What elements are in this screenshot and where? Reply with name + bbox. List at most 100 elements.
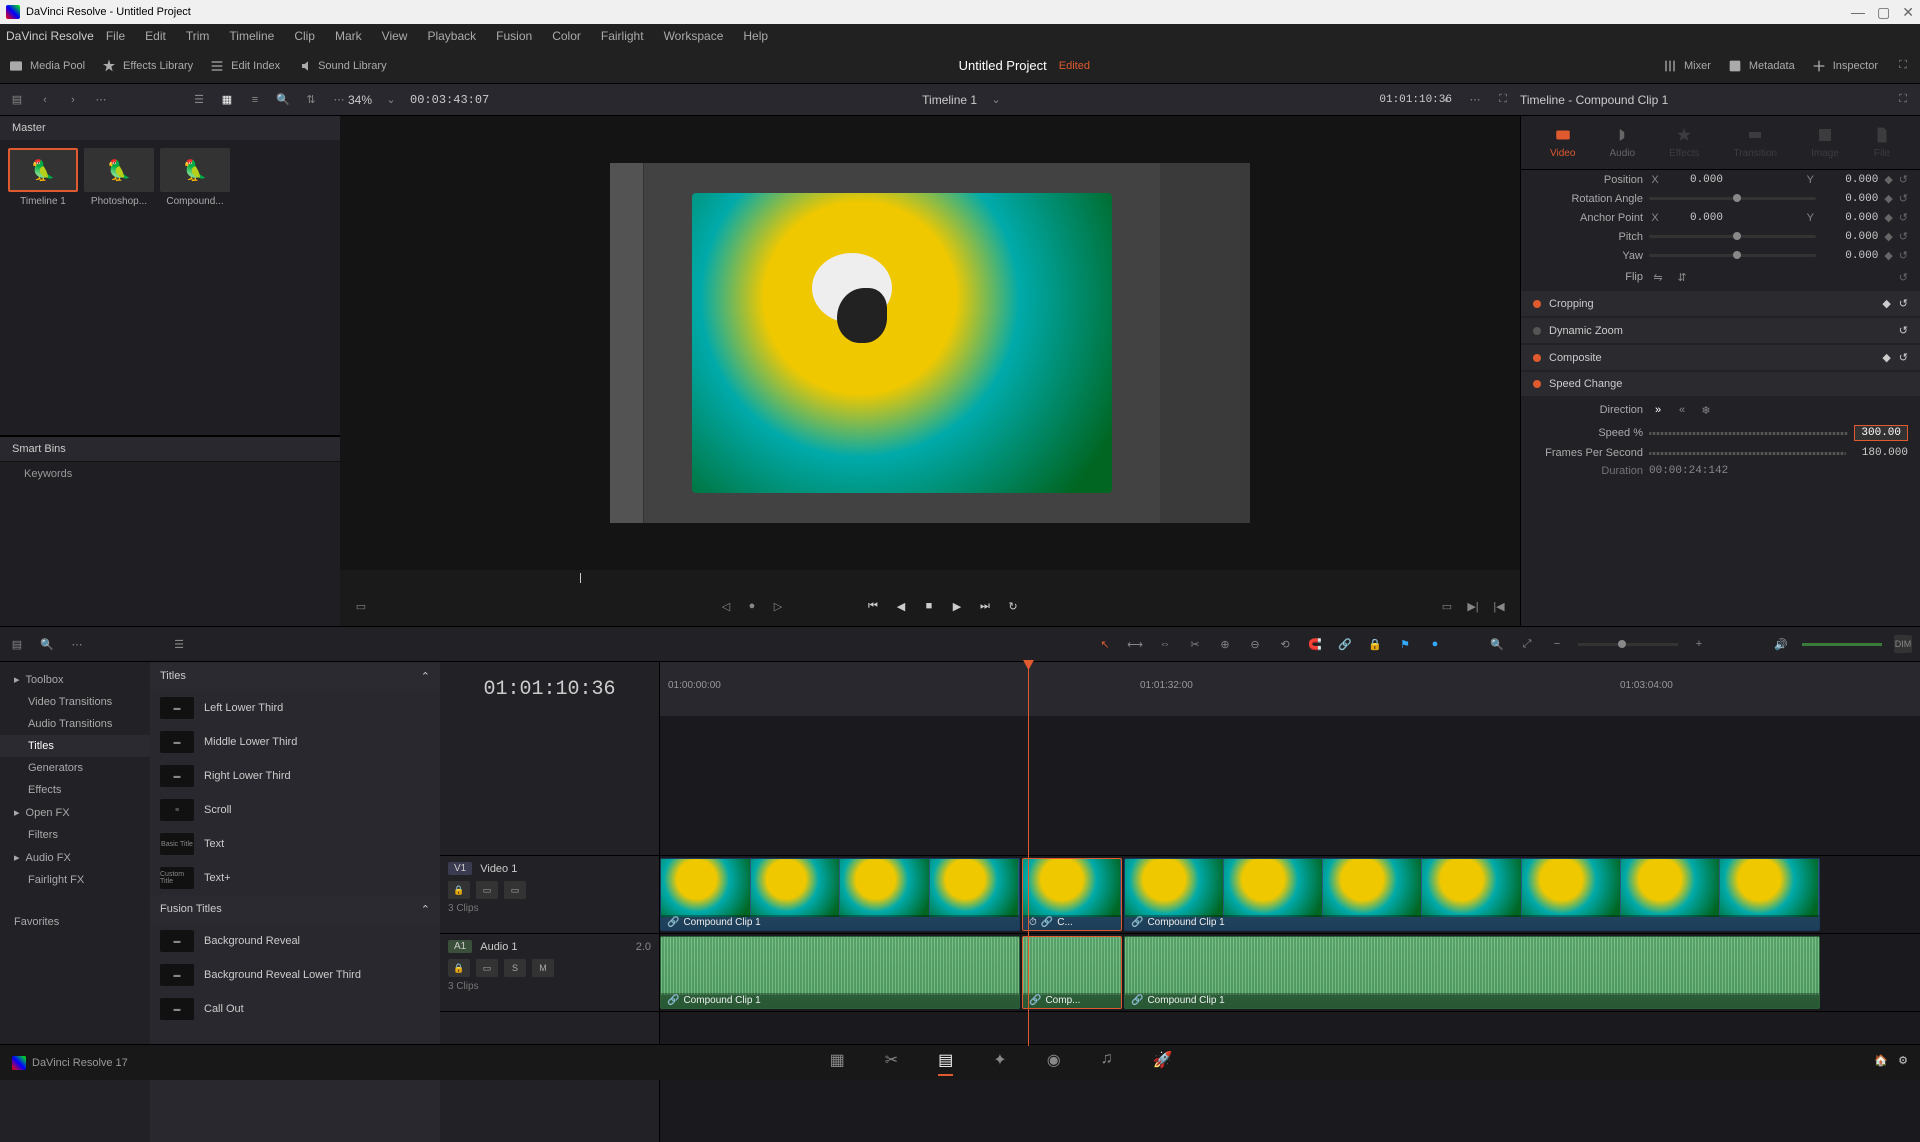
maximize-icon[interactable]: ▢	[1877, 4, 1890, 21]
cat-generators[interactable]: Generators	[0, 757, 150, 779]
direction-freeze-icon[interactable]: ❄	[1697, 401, 1715, 419]
page-media-icon[interactable]: ▦	[830, 1050, 845, 1076]
yaw-slider[interactable]	[1649, 254, 1816, 257]
inspector-expand-icon[interactable]: ⛶	[1894, 91, 1912, 109]
timeline-name[interactable]: Timeline 1	[922, 93, 977, 107]
stacked-timelines-icon[interactable]: ☰	[170, 635, 188, 653]
dynamic-zoom-section[interactable]: Dynamic Zoom ↺	[1521, 318, 1920, 343]
dynamic-trim-icon[interactable]: ⇔	[1156, 635, 1174, 653]
keyframe-icon[interactable]: ◆	[1884, 230, 1892, 243]
effects-library-button[interactable]: Effects Library	[101, 58, 193, 74]
bin-view-icon[interactable]: ▤	[8, 91, 26, 109]
marker-icon[interactable]: ●	[743, 597, 761, 615]
speed-change-section[interactable]: Speed Change	[1521, 372, 1920, 396]
record-timecode[interactable]: 01:01:10:36	[1379, 94, 1452, 106]
prev-frame-button[interactable]: ◀	[891, 596, 911, 616]
more-icon[interactable]: ⋯	[92, 91, 110, 109]
lock-track-icon[interactable]: 🔒	[448, 881, 470, 899]
keyframe-icon[interactable]: ◆	[1884, 211, 1892, 224]
selection-tool-icon[interactable]: ↖	[1096, 635, 1114, 653]
cat-toolbox[interactable]: ▸Toolbox	[0, 668, 150, 691]
timeline-dropdown-icon[interactable]: ⌄	[987, 91, 1005, 109]
direction-fwd-icon[interactable]: »	[1649, 401, 1667, 419]
menu-edit[interactable]: Edit	[137, 27, 174, 45]
replace-icon[interactable]: ⟲	[1276, 635, 1294, 653]
lock-track-icon[interactable]: 🔒	[448, 959, 470, 977]
settings-icon[interactable]: ⚙	[1898, 1054, 1908, 1071]
fusion-titles-header[interactable]: Fusion Titles⌃	[150, 895, 440, 924]
menu-timeline[interactable]: Timeline	[221, 27, 282, 45]
collapse-icon[interactable]: ⌃	[421, 670, 430, 683]
insert-icon[interactable]: ⊕	[1216, 635, 1234, 653]
grid-view-icon[interactable]: ▦	[218, 91, 236, 109]
overwrite-icon[interactable]: ⊖	[1246, 635, 1264, 653]
menu-mark[interactable]: Mark	[327, 27, 370, 45]
sound-library-button[interactable]: Sound Library	[296, 58, 387, 74]
reset-icon[interactable]: ↺	[1899, 351, 1908, 364]
menu-fairlight[interactable]: Fairlight	[593, 27, 652, 45]
cropping-section[interactable]: Cropping ◆↺	[1521, 291, 1920, 316]
search-icon[interactable]: 🔍	[274, 91, 292, 109]
zoom-search-icon[interactable]: 🔍	[1488, 635, 1506, 653]
flip-h-icon[interactable]: ⇋	[1649, 268, 1667, 286]
position-y-value[interactable]: 0.000	[1822, 174, 1878, 186]
edit-index-button[interactable]: Edit Index	[209, 58, 280, 74]
nav-back-icon[interactable]: ‹	[36, 91, 54, 109]
fps-value[interactable]: 180.000	[1852, 447, 1908, 459]
page-edit-icon[interactable]: ▤	[938, 1050, 953, 1076]
expand-viewer-icon[interactable]: ⛶	[1494, 91, 1512, 109]
media-pool-button[interactable]: Media Pool	[8, 58, 85, 74]
lock-icon[interactable]: 🔒	[1366, 635, 1384, 653]
playhead[interactable]	[1028, 662, 1029, 1046]
tab-audio[interactable]: Audio	[1609, 126, 1635, 159]
video-clip-3[interactable]: 🔗Compound Clip 1	[1124, 858, 1820, 931]
fullscreen-icon[interactable]: ⛶	[1894, 57, 1912, 75]
metadata-button[interactable]: Metadata	[1727, 58, 1795, 74]
menu-fusion[interactable]: Fusion	[488, 27, 540, 45]
menu-workspace[interactable]: Workspace	[656, 27, 732, 45]
reset-icon[interactable]: ↺	[1899, 173, 1908, 186]
fps-slider[interactable]	[1649, 452, 1846, 455]
link-icon[interactable]: 🔗	[1336, 635, 1354, 653]
yaw-value[interactable]: 0.000	[1822, 250, 1878, 262]
page-cut-icon[interactable]: ✂	[885, 1050, 898, 1076]
anchor-y-value[interactable]: 0.000	[1822, 212, 1878, 224]
loop-button[interactable]: ↻	[1003, 596, 1023, 616]
menu-color[interactable]: Color	[544, 27, 589, 45]
zoom-slider[interactable]	[1578, 643, 1678, 646]
page-deliver-icon[interactable]: 🚀	[1153, 1050, 1173, 1076]
clip-thumb-photoshop[interactable]: 🦜 Photoshop...	[84, 148, 154, 207]
tl-search-icon[interactable]: 🔍	[38, 635, 56, 653]
menu-clip[interactable]: Clip	[286, 27, 323, 45]
clip-thumb-timeline1[interactable]: 🦜 Timeline 1	[8, 148, 78, 207]
pitch-value[interactable]: 0.000	[1822, 231, 1878, 243]
keyframe-icon[interactable]: ◆	[1882, 297, 1890, 310]
viewer-scrubber[interactable]	[340, 570, 1520, 586]
trim-tool-icon[interactable]: ⟷	[1126, 635, 1144, 653]
menu-playback[interactable]: Playback	[419, 27, 484, 45]
auto-select-icon[interactable]: ▭	[476, 881, 498, 899]
video-track-1[interactable]: 🔗Compound Clip 1 ⏱🔗C... 🔗Compound Clip 1	[660, 856, 1920, 934]
title-left-lower-third[interactable]: ▬Left Lower Third	[150, 691, 440, 725]
in-out-icon[interactable]: ▭	[1438, 597, 1456, 615]
tab-transition[interactable]: Transition	[1734, 126, 1778, 159]
audio-clip-3[interactable]: 🔗Compound Clip 1	[1124, 936, 1820, 1009]
pitch-slider[interactable]	[1649, 235, 1816, 238]
reset-icon[interactable]: ↺	[1899, 230, 1908, 243]
keyframe-icon[interactable]: ◆	[1884, 173, 1892, 186]
next-frame-button[interactable]: ⏭	[975, 596, 995, 616]
reset-icon[interactable]: ↺	[1899, 249, 1908, 262]
composite-section[interactable]: Composite ◆↺	[1521, 345, 1920, 370]
strip-view-icon[interactable]: ≡	[246, 91, 264, 109]
fusion-call-out[interactable]: ▬Call Out	[150, 992, 440, 1026]
reset-icon[interactable]: ↺	[1899, 271, 1908, 284]
goto-in-icon[interactable]: |◀	[1490, 597, 1508, 615]
zoom-out-icon[interactable]: −	[1548, 635, 1566, 653]
title-right-lower-third[interactable]: ▬Right Lower Third	[150, 759, 440, 793]
mixer-button[interactable]: Mixer	[1662, 58, 1711, 74]
options-icon[interactable]: ⋯	[330, 91, 348, 109]
timeline-timecode[interactable]: 01:01:10:36	[440, 662, 660, 716]
volume-icon[interactable]: 🔊	[1772, 635, 1790, 653]
title-text-plus[interactable]: Custom TitleText+	[150, 861, 440, 895]
keyframe-icon[interactable]: ◆	[1884, 249, 1892, 262]
